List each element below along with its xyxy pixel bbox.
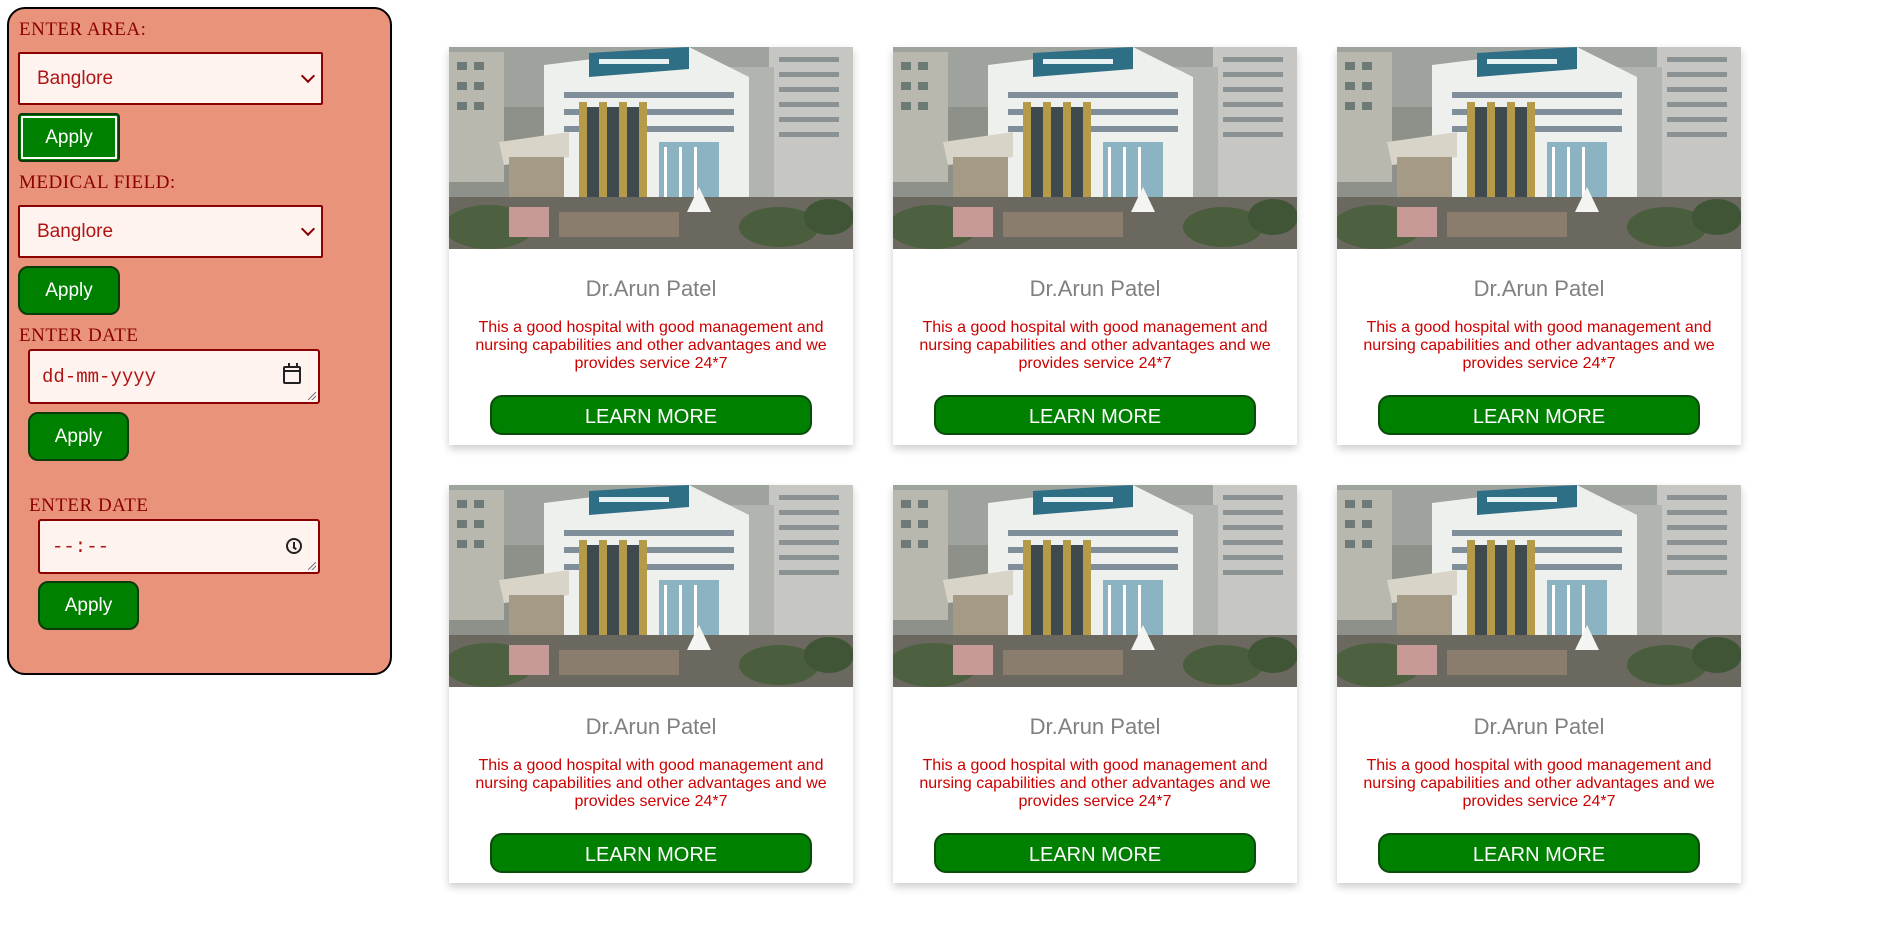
doctor-name: Dr.Arun Patel bbox=[585, 714, 717, 739]
clock-icon[interactable] bbox=[286, 538, 302, 554]
calendar-icon[interactable] bbox=[283, 363, 301, 384]
filter-panel: ENTER AREA: Banglore Apply MEDICAL FIELD… bbox=[7, 7, 392, 675]
card-description: This a good hospital with good managemen… bbox=[475, 319, 827, 372]
date-label: ENTER DATE bbox=[19, 325, 139, 346]
hospital-image bbox=[1337, 485, 1741, 687]
date-apply-button[interactable]: Apply bbox=[28, 412, 129, 461]
area-select-value: Banglore bbox=[37, 67, 114, 89]
doctor-card: Dr.Arun Patel This a good hospital with … bbox=[449, 485, 853, 883]
card-description: This a good hospital with good managemen… bbox=[919, 319, 1271, 372]
learn-more-button[interactable]: LEARN MORE bbox=[934, 395, 1256, 435]
card-description: This a good hospital with good managemen… bbox=[1363, 757, 1715, 810]
resize-handle-icon[interactable] bbox=[308, 562, 316, 570]
area-label: ENTER AREA: bbox=[19, 19, 147, 40]
learn-more-button[interactable]: LEARN MORE bbox=[490, 395, 812, 435]
card-description: This a good hospital with good managemen… bbox=[1363, 319, 1715, 372]
doctor-name: Dr.Arun Patel bbox=[1029, 714, 1161, 739]
learn-more-button[interactable]: LEARN MORE bbox=[1378, 833, 1700, 873]
hospital-image bbox=[1337, 47, 1741, 249]
time-apply-button[interactable]: Apply bbox=[38, 581, 139, 630]
hospital-image bbox=[893, 485, 1297, 687]
doctor-name: Dr.Arun Patel bbox=[585, 276, 717, 301]
chevron-down-icon bbox=[300, 221, 316, 237]
area-apply-button[interactable]: Apply bbox=[18, 113, 120, 162]
learn-more-button[interactable]: LEARN MORE bbox=[934, 833, 1256, 873]
doctor-card: Dr.Arun Patel This a good hospital with … bbox=[1337, 47, 1741, 445]
medical-field-select[interactable]: Banglore bbox=[18, 205, 323, 258]
learn-more-button[interactable]: LEARN MORE bbox=[1378, 395, 1700, 435]
resize-handle-icon[interactable] bbox=[308, 392, 316, 400]
time-input[interactable]: --:-- bbox=[38, 519, 320, 574]
learn-more-button[interactable]: LEARN MORE bbox=[490, 833, 812, 873]
time-input-placeholder: --:-- bbox=[52, 535, 110, 558]
date-input-placeholder: dd-mm-yyyy bbox=[42, 365, 157, 388]
medical-field-select-value: Banglore bbox=[37, 220, 114, 242]
hospital-image bbox=[449, 485, 853, 687]
doctor-card: Dr.Arun Patel This a good hospital with … bbox=[893, 485, 1297, 883]
chevron-down-icon bbox=[300, 68, 316, 84]
hospital-image bbox=[449, 47, 853, 249]
card-description: This a good hospital with good managemen… bbox=[919, 757, 1271, 810]
doctor-name: Dr.Arun Patel bbox=[1473, 714, 1605, 739]
time-label: ENTER DATE bbox=[29, 495, 149, 516]
doctor-card: Dr.Arun Patel This a good hospital with … bbox=[1337, 485, 1741, 883]
doctor-card: Dr.Arun Patel This a good hospital with … bbox=[449, 47, 853, 445]
date-input[interactable]: dd-mm-yyyy bbox=[28, 349, 320, 404]
medical-field-apply-button[interactable]: Apply bbox=[18, 266, 120, 315]
medical-field-label: MEDICAL FIELD: bbox=[19, 172, 176, 193]
hospital-image bbox=[893, 47, 1297, 249]
doctor-name: Dr.Arun Patel bbox=[1473, 276, 1605, 301]
doctor-card: Dr.Arun Patel This a good hospital with … bbox=[893, 47, 1297, 445]
card-description: This a good hospital with good managemen… bbox=[475, 757, 827, 810]
doctor-name: Dr.Arun Patel bbox=[1029, 276, 1161, 301]
area-select[interactable]: Banglore bbox=[18, 52, 323, 105]
